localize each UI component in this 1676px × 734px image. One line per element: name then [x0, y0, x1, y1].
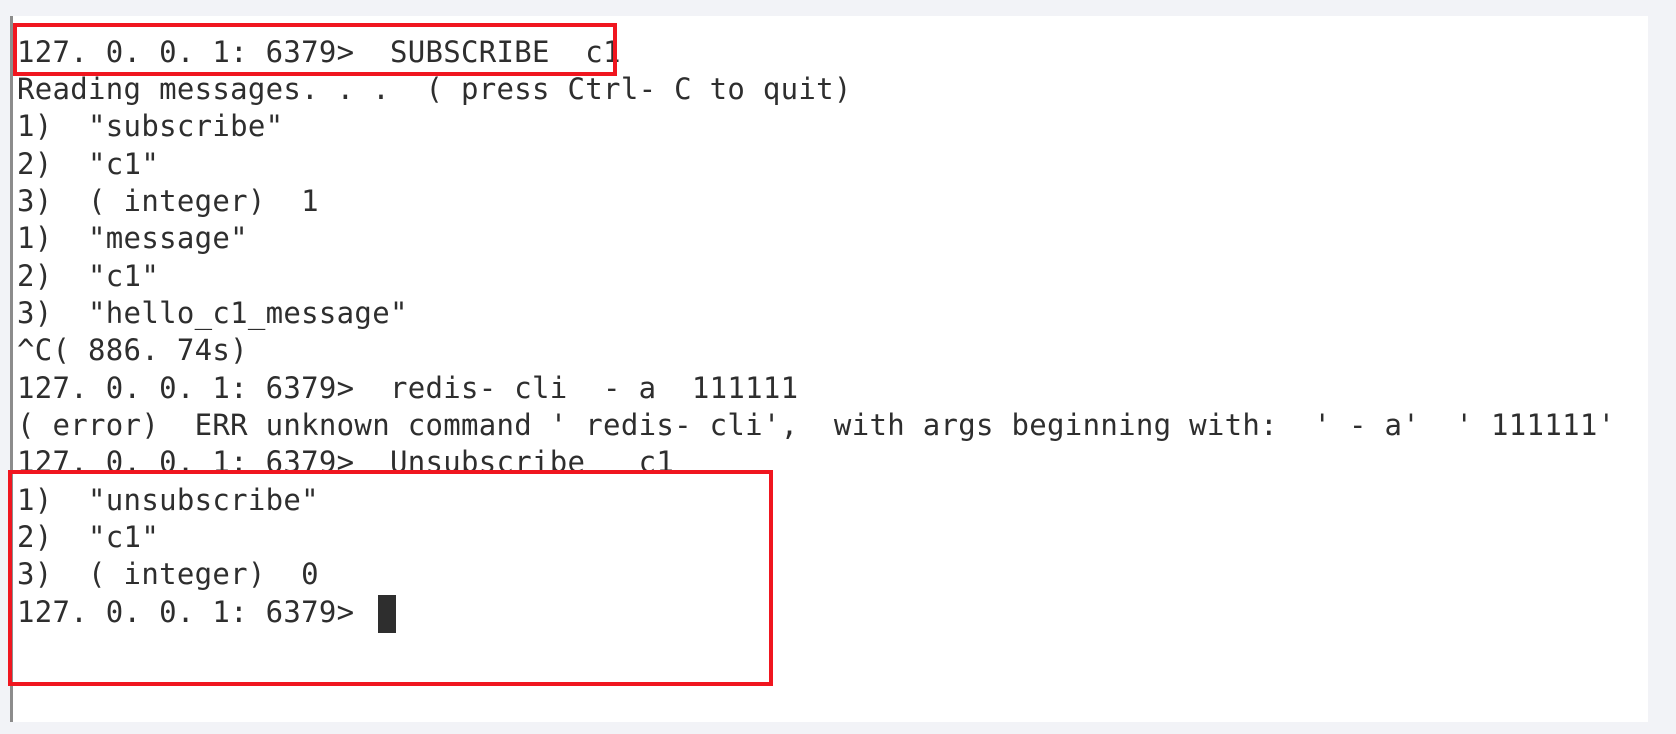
subscribe-command-highlight-box: [13, 23, 617, 76]
terminal-line-output: 1) "subscribe": [17, 109, 284, 143]
terminal-line-output: 2) "c1": [17, 259, 160, 293]
terminal-line-output: 3) "hello_c1_message": [17, 296, 408, 330]
terminal-line-output: 3) ( integer) 1: [17, 184, 319, 218]
terminal-line-interrupt: ^C( 886. 74s): [17, 333, 248, 367]
terminal-line-error: ( error) ERR unknown command ' redis- cl…: [17, 408, 1616, 442]
terminal-line-output: 1) "message": [17, 221, 248, 255]
terminal-line-redis-cli-command: 127. 0. 0. 1: 6379> redis- cli - a 11111…: [17, 371, 799, 405]
terminal-line-output: 2) "c1": [17, 147, 160, 181]
unsubscribe-section-highlight-box: [8, 470, 773, 686]
